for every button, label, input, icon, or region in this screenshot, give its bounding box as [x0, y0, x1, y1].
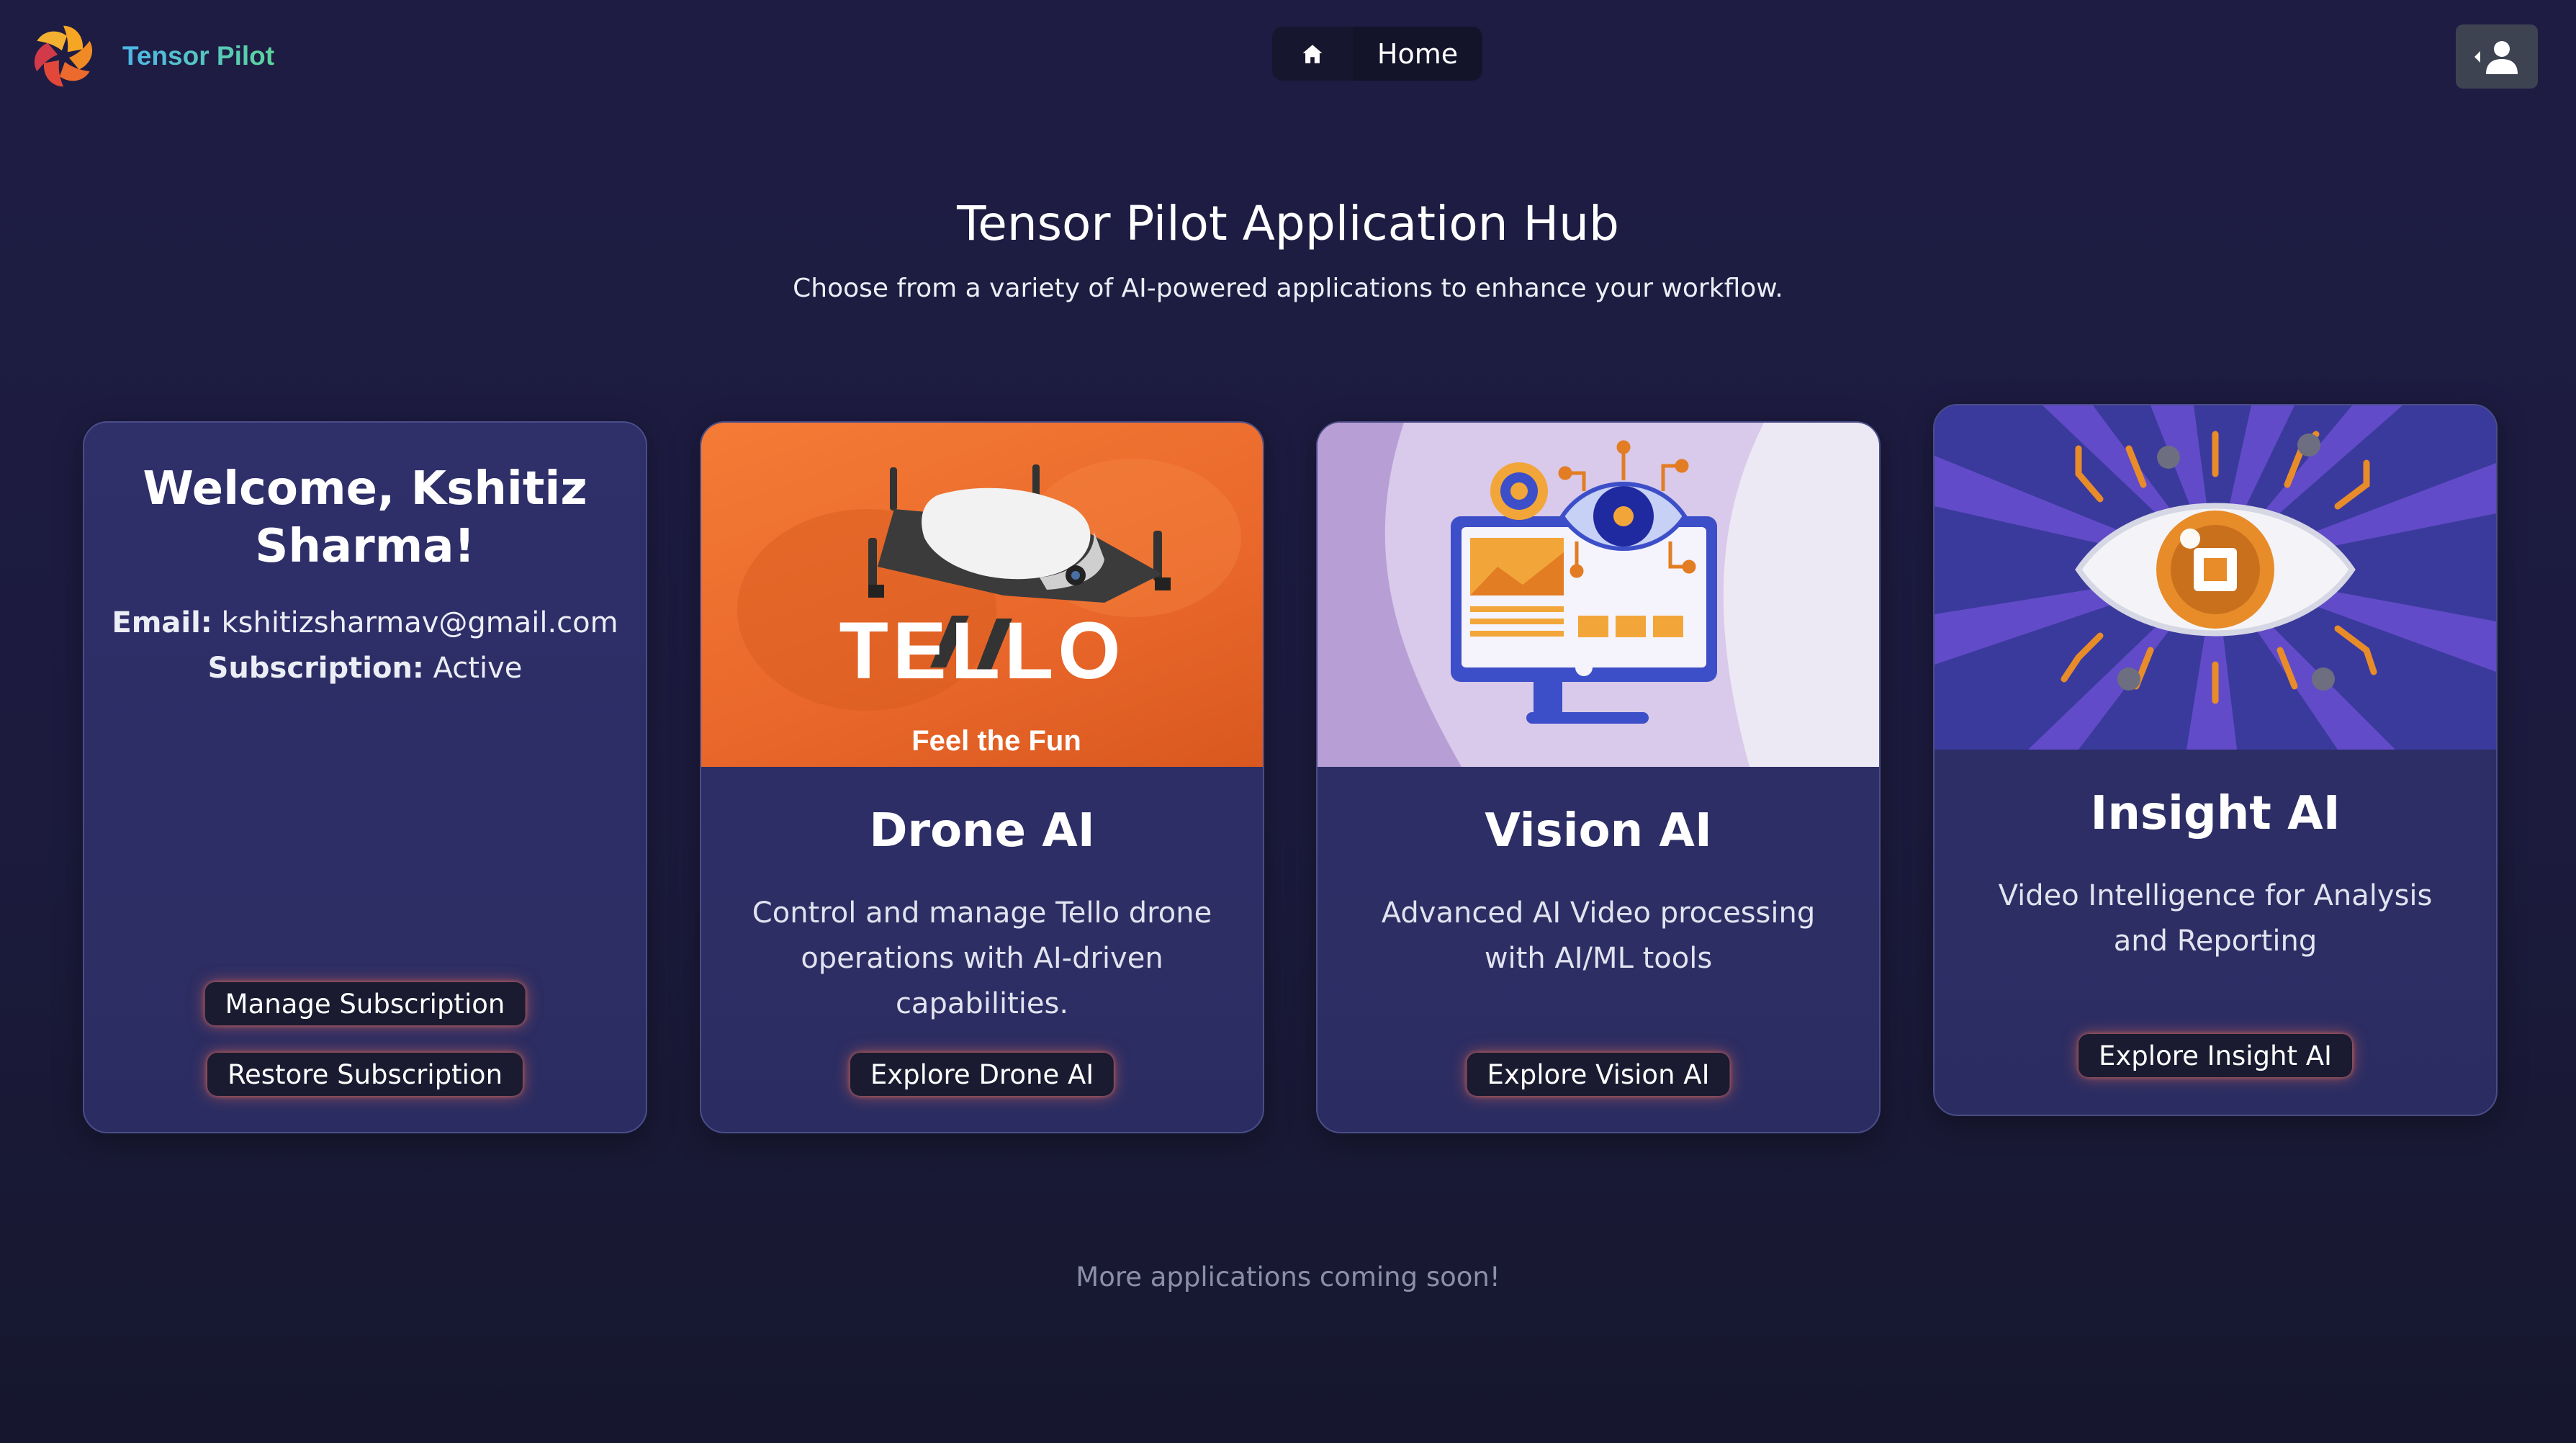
brand[interactable]: Tensor Pilot: [29, 22, 274, 91]
welcome-card: Welcome, Kshitiz Sharma! Email: kshitizs…: [83, 421, 647, 1133]
insight-ai-image: [1935, 405, 2496, 750]
email-label: Email:: [112, 606, 212, 639]
insight-ai-description: Video Intelligence for Analysis and Repo…: [1998, 879, 2433, 958]
main-nav: Home: [1272, 27, 1482, 81]
home-icon: [1302, 44, 1323, 63]
brand-name: Tensor Pilot: [122, 41, 275, 71]
explore-drone-ai-button[interactable]: Explore Drone AI: [850, 1053, 1114, 1096]
subscription-label: Subscription:: [207, 652, 424, 685]
vision-ai-title: Vision AI: [1485, 804, 1712, 858]
email-row: Email: kshitizsharmav@gmail.com: [99, 606, 631, 639]
welcome-title: Welcome, Kshitiz Sharma!: [143, 462, 587, 573]
drone-ai-description: Control and manage Tello drone operation…: [752, 896, 1212, 1020]
drone-illustration: TELLO Feel the Fun: [737, 459, 1241, 757]
nav-home-icon-button[interactable]: [1272, 27, 1353, 81]
manage-subscription-button[interactable]: Manage Subscription: [204, 982, 526, 1025]
restore-subscription-button[interactable]: Restore Subscription: [207, 1053, 523, 1096]
subscription-status: Active: [433, 652, 523, 685]
profile-button[interactable]: [2456, 24, 2538, 89]
tello-logo-text: TELLO: [839, 606, 1125, 696]
nav-home-link[interactable]: Home: [1353, 27, 1482, 81]
drone-ai-card[interactable]: TELLO Feel the Fun Drone AI Control and …: [700, 421, 1264, 1133]
explore-vision-ai-button[interactable]: Explore Vision AI: [1467, 1053, 1730, 1096]
subscription-row: Subscription: Active: [99, 652, 631, 685]
insight-illustration: [1935, 405, 2496, 750]
page-title: Tensor Pilot Application Hub: [957, 196, 1619, 251]
insight-ai-card[interactable]: Insight AI Video Intelligence for Analys…: [1933, 404, 2498, 1116]
coming-soon-note: More applications coming soon!: [1076, 1262, 1500, 1293]
page-subtitle: Choose from a variety of AI-powered appl…: [793, 274, 1783, 303]
explore-insight-ai-button[interactable]: Explore Insight AI: [2079, 1034, 2352, 1077]
email-value: kshitizsharmav@gmail.com: [221, 606, 618, 639]
user-profile-icon: [2474, 40, 2518, 74]
tensor-pilot-logo-icon: [35, 25, 92, 87]
tello-tagline: Feel the Fun: [911, 725, 1081, 757]
insight-ai-title: Insight AI: [2090, 787, 2341, 840]
top-bar: Tensor Pilot Home: [0, 0, 2576, 115]
vision-ai-description: Advanced AI Video processing with AI/ML …: [1381, 896, 1816, 975]
drone-ai-title: Drone AI: [869, 804, 1095, 858]
vision-ai-image: [1318, 423, 1879, 767]
nav-home-label: Home: [1377, 37, 1459, 70]
drone-ai-image: TELLO Feel the Fun: [701, 423, 1263, 767]
vision-illustration: [1318, 423, 1764, 767]
vision-ai-card[interactable]: Vision AI Advanced AI Video processing w…: [1316, 421, 1881, 1133]
